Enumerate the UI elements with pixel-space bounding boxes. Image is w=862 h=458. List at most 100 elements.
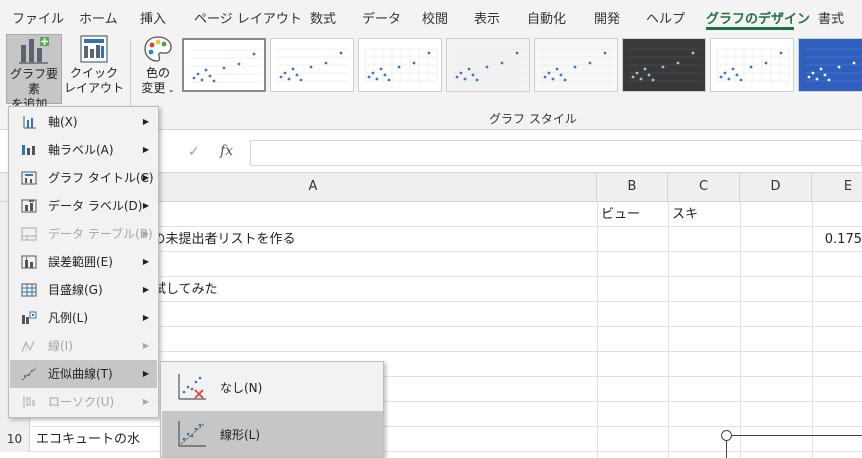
submenu-label-linear: 線形(L) bbox=[220, 428, 261, 442]
cell-c[interactable] bbox=[672, 227, 738, 252]
menu-item-chart-title[interactable]: グラフ タイトル(C) ▶ bbox=[10, 164, 157, 192]
cell-e[interactable]: 0.175 bbox=[816, 227, 862, 252]
cell-e[interactable] bbox=[816, 252, 862, 277]
cell-c[interactable] bbox=[672, 377, 738, 402]
cell-b[interactable] bbox=[601, 277, 667, 302]
cell-e[interactable] bbox=[816, 202, 862, 227]
cell-b[interactable] bbox=[601, 402, 667, 427]
chart-style-thumbnail[interactable] bbox=[270, 38, 354, 92]
tab-developer[interactable]: 開発 bbox=[594, 8, 620, 27]
menu-item-legend[interactable]: 凡例(L) ▶ bbox=[10, 304, 157, 332]
chart-styles-group-label: グラフ スタイル bbox=[489, 112, 577, 126]
cell-b[interactable] bbox=[601, 252, 667, 277]
cell-e[interactable] bbox=[816, 277, 862, 302]
ribbon-tab-bar: ファイル ホーム 挿入 ページ レイアウト 数式 データ 校閲 表示 自動化 開… bbox=[0, 0, 862, 32]
chart-style-thumbnail[interactable] bbox=[798, 38, 862, 92]
tab-insert[interactable]: 挿入 bbox=[140, 8, 166, 27]
cell-e[interactable] bbox=[816, 352, 862, 377]
cell-c[interactable] bbox=[672, 327, 738, 352]
column-header-e[interactable]: E bbox=[812, 173, 862, 201]
chart-style-thumbnail[interactable] bbox=[534, 38, 618, 92]
chart-style-thumbnail[interactable] bbox=[710, 38, 794, 92]
tab-automate[interactable]: 自動化 bbox=[527, 8, 566, 27]
change-colors-button[interactable]: 色の 変更 ⌄ bbox=[136, 34, 180, 104]
cell-c[interactable] bbox=[672, 277, 738, 302]
chart-resize-handle[interactable] bbox=[721, 430, 732, 441]
add-chart-element-button[interactable]: グラフ要素 を追加 ⌄ bbox=[6, 34, 62, 111]
chevron-down-icon: ⌄ bbox=[165, 85, 175, 94]
cell-c[interactable] bbox=[672, 252, 738, 277]
data-labels-icon bbox=[21, 199, 37, 213]
tab-review[interactable]: 校閲 bbox=[422, 8, 448, 27]
tab-help[interactable]: ヘルプ bbox=[646, 8, 685, 27]
menu-item-label: ローソク(U) bbox=[48, 395, 115, 409]
cell-b[interactable] bbox=[601, 427, 667, 452]
cell-c[interactable] bbox=[672, 352, 738, 377]
menu-item-axis-titles[interactable]: 軸ラベル(A) ▶ bbox=[10, 136, 157, 164]
trendline-linear-icon bbox=[178, 421, 206, 447]
lines-icon bbox=[21, 340, 35, 353]
menu-item-lines: 線(I) ▶ bbox=[10, 332, 157, 360]
insert-function-icon[interactable]: fx bbox=[220, 143, 233, 159]
chart-style-thumbnail[interactable] bbox=[182, 38, 266, 92]
cell-b[interactable]: ビュー bbox=[601, 202, 667, 227]
tab-data[interactable]: データ bbox=[362, 8, 401, 27]
chevron-right-icon: ▶ bbox=[142, 369, 149, 378]
menu-item-error-bars[interactable]: 誤差範囲(E) ▶ bbox=[10, 248, 157, 276]
row-header[interactable]: 10 bbox=[0, 427, 30, 452]
cell-c[interactable]: スキ bbox=[672, 202, 738, 227]
cell-b[interactable] bbox=[601, 302, 667, 327]
cell-c[interactable] bbox=[672, 302, 738, 327]
menu-item-label: データ ラベル(D) bbox=[48, 199, 143, 213]
menu-item-data-labels[interactable]: データ ラベル(D) ▶ bbox=[10, 192, 157, 220]
enter-icon[interactable]: ✓ bbox=[188, 144, 200, 160]
cell-e[interactable] bbox=[816, 327, 862, 352]
tab-file[interactable]: ファイル bbox=[12, 8, 64, 27]
chart-style-gallery bbox=[182, 38, 862, 96]
tab-home[interactable]: ホーム bbox=[79, 8, 118, 27]
menu-item-gridlines[interactable]: 目盛線(G) ▶ bbox=[10, 276, 157, 304]
trendline-submenu: なし(N) 線形(L) bbox=[160, 361, 384, 458]
formula-input[interactable] bbox=[250, 140, 862, 166]
active-tab-indicator bbox=[706, 27, 794, 30]
cell-b[interactable] bbox=[601, 227, 667, 252]
menu-item-label: 線(I) bbox=[48, 339, 73, 353]
tab-chart-design[interactable]: グラフのデザイン bbox=[706, 8, 810, 27]
cell-b[interactable] bbox=[601, 352, 667, 377]
color-palette-icon bbox=[144, 36, 172, 62]
trendline-icon bbox=[21, 367, 37, 381]
chart-style-thumbnail[interactable] bbox=[446, 38, 530, 92]
tab-view[interactable]: 表示 bbox=[474, 8, 500, 27]
chevron-right-icon: ▶ bbox=[142, 285, 149, 294]
column-header-d[interactable]: D bbox=[740, 173, 812, 201]
cell-b[interactable] bbox=[601, 377, 667, 402]
menu-item-trendline[interactable]: 近似曲線(T) ▶ bbox=[10, 360, 157, 388]
submenu-item-none[interactable]: なし(N) bbox=[162, 364, 383, 410]
menu-item-label: 目盛線(G) bbox=[48, 283, 103, 297]
cell-e[interactable] bbox=[816, 302, 862, 327]
tab-page-layout[interactable]: ページ レイアウト bbox=[194, 8, 302, 27]
menu-item-label: データ テーブル(B) bbox=[48, 227, 153, 241]
tab-formulas[interactable]: 数式 bbox=[310, 8, 336, 27]
cell-b[interactable] bbox=[601, 327, 667, 352]
chevron-right-icon: ▶ bbox=[142, 145, 149, 154]
menu-item-axes[interactable]: 軸(X) ▶ bbox=[10, 108, 157, 136]
cell-c[interactable] bbox=[672, 402, 738, 427]
cell-e[interactable] bbox=[816, 402, 862, 427]
chevron-right-icon: ▶ bbox=[142, 313, 149, 322]
quick-layout-button[interactable]: クイック レイアウト ⌄ bbox=[64, 34, 124, 110]
axis-titles-icon bbox=[22, 145, 35, 155]
cell-e[interactable] bbox=[816, 377, 862, 402]
column-header-b[interactable]: B bbox=[597, 173, 668, 201]
submenu-item-linear[interactable]: 線形(L) bbox=[162, 411, 383, 457]
chevron-right-icon: ▶ bbox=[142, 201, 149, 210]
menu-item-label: グラフ タイトル(C) bbox=[48, 171, 154, 185]
trendline-none-icon bbox=[178, 374, 206, 400]
chart-style-thumbnail[interactable] bbox=[358, 38, 442, 92]
embedded-chart[interactable] bbox=[726, 435, 862, 458]
add-chart-element-icon bbox=[19, 37, 49, 64]
column-header-c[interactable]: C bbox=[668, 173, 740, 201]
tab-format[interactable]: 書式 bbox=[818, 8, 844, 27]
chart-title-icon bbox=[21, 171, 37, 185]
chart-style-thumbnail[interactable] bbox=[622, 38, 706, 92]
